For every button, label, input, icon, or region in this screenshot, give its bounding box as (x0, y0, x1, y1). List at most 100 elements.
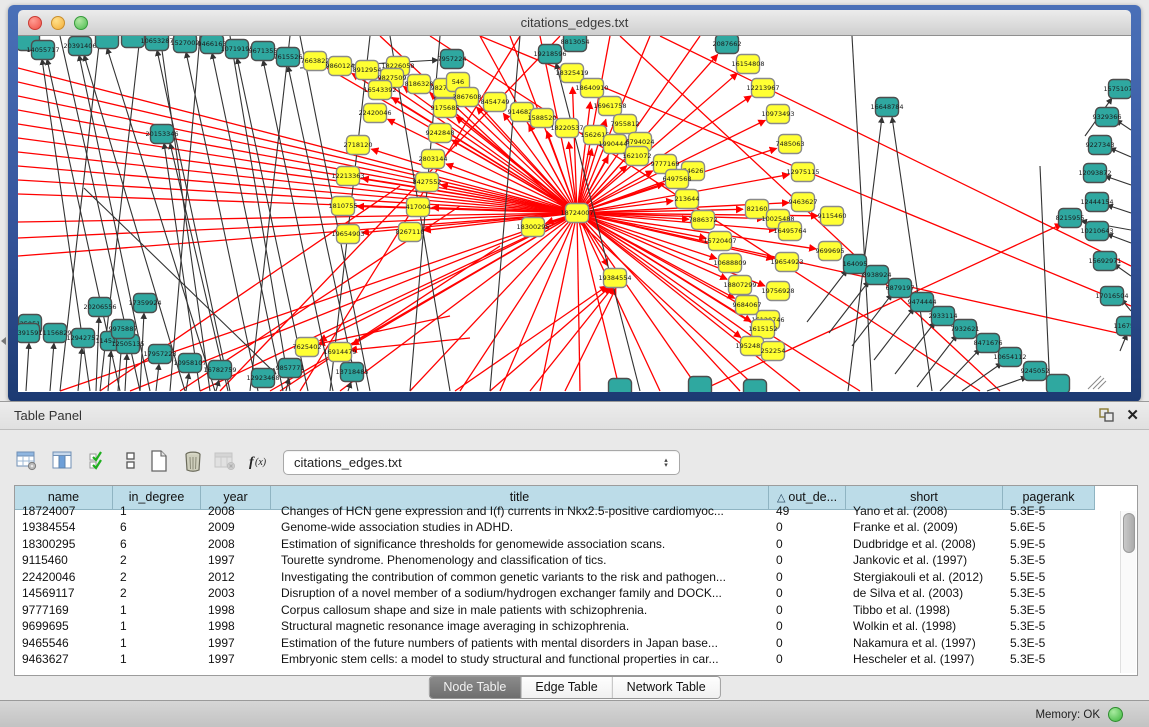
graph-node[interactable]: 19654903 (331, 225, 364, 244)
table-cell[interactable]: Wolkin et al. (1998) (846, 618, 1003, 635)
table-cell[interactable]: Jankovic et al. (1997) (846, 552, 1003, 569)
table-cell[interactable]: 5.3E-5 (1003, 552, 1095, 569)
graph-edge[interactable] (156, 364, 159, 391)
graph-edge[interactable] (620, 36, 1000, 391)
table-cell[interactable]: 6 (113, 536, 201, 553)
table-cell[interactable]: Dudbridge et al. (2008) (846, 536, 1003, 553)
table-cell[interactable]: 9115460 (15, 552, 113, 569)
table-cell[interactable]: Estimation of the future numbers of pati… (271, 635, 769, 652)
graph-edge[interactable] (350, 338, 470, 350)
graph-node[interactable]: 7932621 (951, 320, 980, 339)
table-cell[interactable]: 1 (113, 602, 201, 619)
table-cell[interactable]: Tourette syndrome. Phenomenology and cla… (271, 552, 769, 569)
graph-node[interactable]: 9329366 (1093, 108, 1122, 127)
graph-edge[interactable] (18, 68, 577, 213)
graph-node[interactable]: 10958107 (173, 354, 206, 373)
table-cell[interactable]: 18724007 (15, 503, 113, 520)
table-cell[interactable]: 19384554 (15, 519, 113, 536)
graph-node[interactable]: 16782759 (203, 361, 236, 380)
scrollbar-thumb[interactable] (1123, 513, 1135, 553)
table-mode-button[interactable] (12, 446, 42, 476)
function-builder-button[interactable]: f (x) (246, 446, 276, 476)
graph-node[interactable]: 18220537 (550, 119, 583, 138)
graph-edge[interactable] (455, 286, 607, 391)
graph-edge[interactable] (186, 373, 189, 391)
table-cell[interactable]: 2 (113, 569, 201, 586)
graph-node[interactable]: 16495764 (773, 222, 806, 241)
graph-edge[interactable] (660, 36, 1131, 266)
graph-node[interactable]: 16154808 (731, 55, 764, 74)
graph-edge[interactable] (216, 380, 219, 391)
tab-node-table[interactable]: Node Table (429, 677, 521, 698)
graph-node[interactable]: 20153346 (145, 125, 178, 144)
graph-edge[interactable] (577, 213, 1131, 336)
graph-node[interactable]: 1615152 (749, 320, 778, 339)
graph-node[interactable]: 10210643 (1080, 222, 1113, 241)
graph-edge[interactable] (829, 281, 869, 333)
graph-edge[interactable] (540, 213, 577, 391)
tab-edge-table[interactable]: Edge Table (521, 677, 612, 698)
table-cell[interactable]: 6 (113, 519, 201, 536)
graph-edge[interactable] (807, 270, 847, 322)
table-cell[interactable]: 1 (113, 651, 201, 668)
graph-node[interactable]: 8454749 (481, 93, 510, 112)
graph-node[interactable]: 15692971 (1088, 252, 1121, 271)
table-cell[interactable]: 5.9E-5 (1003, 536, 1095, 553)
graph-node[interactable]: 417004 (406, 198, 431, 217)
graph-node[interactable]: 18724007 (560, 204, 593, 223)
table-cell[interactable]: Disruption of a novel member of a sodium… (271, 585, 769, 602)
table-cell[interactable]: 0 (769, 552, 846, 569)
table-cell[interactable]: 9463627 (15, 651, 113, 668)
graph-edge[interactable] (26, 343, 29, 391)
graph-node[interactable]: 8186328 (405, 75, 434, 94)
table-cell[interactable]: 2 (113, 585, 201, 602)
graph-node[interactable]: 8215955 (1056, 209, 1085, 228)
graph-node[interactable]: 19384554 (598, 269, 631, 288)
graph-node[interactable]: 9860124 (326, 57, 355, 76)
table-cell[interactable]: 5.3E-5 (1003, 635, 1095, 652)
graph-node[interactable]: 12213363 (331, 167, 364, 186)
table-cell[interactable]: 0 (769, 635, 846, 652)
graph-node[interactable]: 8267110 (396, 223, 425, 242)
table-cell[interactable]: 49 (769, 503, 846, 520)
graph-node[interactable]: 10688809 (713, 254, 746, 273)
table-cell[interactable]: 9699695 (15, 618, 113, 635)
graph-node[interactable]: 2718120 (344, 136, 373, 155)
table-cell[interactable]: 5.5E-5 (1003, 569, 1095, 586)
graph-node[interactable]: 10653287 (140, 36, 173, 51)
table-scrollbar[interactable] (1120, 511, 1136, 673)
graph-node[interactable]: 1621072 (623, 147, 652, 166)
table-cell[interactable]: Stergiakouli et al. (2012) (846, 569, 1003, 586)
graph-edge[interactable] (1105, 176, 1131, 185)
table-cell[interactable]: Structural magnetic resonance image aver… (271, 618, 769, 635)
window-titlebar[interactable]: citations_edges.txt (18, 10, 1131, 36)
graph-edge[interactable] (340, 213, 577, 391)
graph-node[interactable]: 20391406 (63, 37, 96, 56)
graph-node[interactable]: 10973493 (761, 105, 794, 124)
graph-edge[interactable] (18, 138, 577, 213)
table-cell[interactable]: 2008 (201, 536, 271, 553)
graph-edge[interactable] (852, 294, 892, 346)
table-selector-dropdown[interactable]: citations_edges.txt ▴▾ (283, 450, 680, 475)
table-cell[interactable]: 1 (113, 635, 201, 652)
graph-edge[interactable] (96, 317, 99, 391)
graph-node[interactable]: 12213967 (746, 79, 779, 98)
graph-node[interactable]: 15720407 (703, 232, 736, 251)
graph-node[interactable]: 19756928 (761, 282, 794, 301)
table-cell[interactable]: 2 (113, 552, 201, 569)
graph-node[interactable]: 9227343 (1086, 136, 1115, 155)
table-cell[interactable]: Nakamura et al. (1997) (846, 635, 1003, 652)
graph-node[interactable]: 7485063 (776, 135, 805, 154)
graph-node[interactable] (689, 377, 712, 393)
graph-edge[interactable] (1107, 234, 1131, 243)
table-cell[interactable]: 1 (113, 503, 201, 520)
graph-node[interactable]: 14055717 (26, 41, 59, 60)
table-cell[interactable]: Estimation of significance thresholds fo… (271, 536, 769, 553)
table-cell[interactable]: 1998 (201, 618, 271, 635)
graph-node[interactable]: 2087662 (713, 36, 742, 54)
graph-node[interactable]: 9242848 (426, 124, 455, 143)
splitter-collapse-icon[interactable] (1, 337, 6, 345)
graph-node[interactable]: 7957224 (438, 50, 467, 69)
graph-node[interactable] (1047, 375, 1070, 393)
table-cell[interactable]: 1998 (201, 602, 271, 619)
